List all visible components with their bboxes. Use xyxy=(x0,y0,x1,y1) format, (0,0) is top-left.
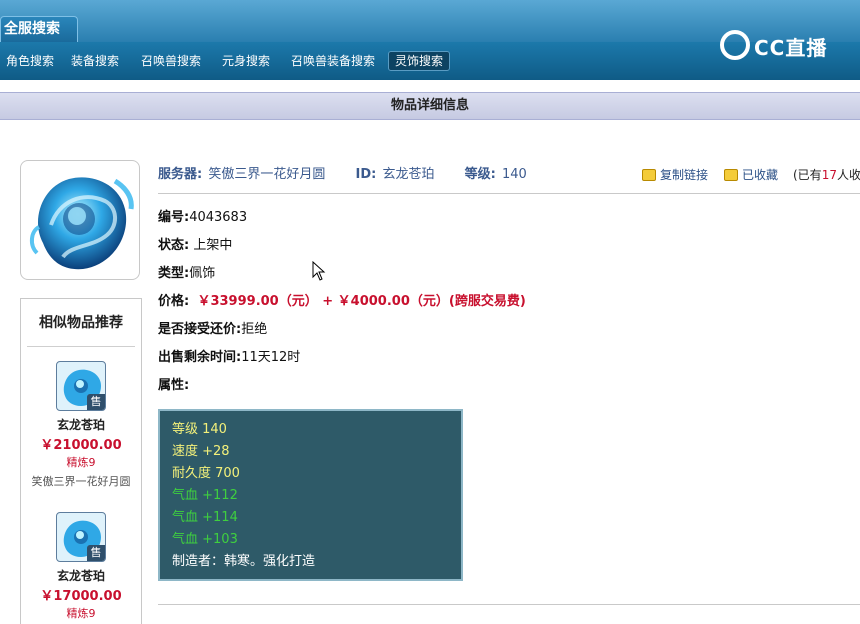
attr-hp-2: 气血 +114 xyxy=(172,510,238,525)
recommend-item-name[interactable]: 玄龙苍珀 xyxy=(21,416,141,433)
favorited-label: 已收藏 xyxy=(742,168,779,182)
counter-offer-value: 拒绝 xyxy=(241,322,268,337)
mouse-cursor-icon xyxy=(312,261,326,281)
recommend-item[interactable]: 售 玄龙苍珀 ￥21000.00 精炼9 笑傲三界一花好月圆 xyxy=(21,361,141,489)
nav-role-search[interactable]: 角色搜索 xyxy=(0,51,60,71)
server-value: 笑傲三界一花好月圆 xyxy=(208,167,326,182)
serial-label: 编号: xyxy=(158,210,190,225)
price-row: 价格: ￥33999.00（元） + ￥4000.00（元）(跨服交易费) xyxy=(158,290,526,309)
jade-ornament-image xyxy=(30,177,134,270)
type-label: 类型: xyxy=(158,266,190,281)
fav-suffix: 人收藏 xyxy=(836,168,860,182)
id-label: ID: xyxy=(355,167,377,182)
attr-speed: 速度 +28 xyxy=(172,444,230,459)
remaining-time-row: 出售剩余时间:11天12时 xyxy=(158,346,300,365)
status-label: 状态: xyxy=(158,238,190,253)
copy-link-button[interactable]: 复制链接 xyxy=(642,166,708,183)
attr-hp-3: 气血 +103 xyxy=(172,532,238,547)
attr-hp-1: 气血 +112 xyxy=(172,488,238,503)
attr-durability: 耐久度 700 xyxy=(172,466,240,481)
attributes-row: 属性: xyxy=(158,374,189,393)
nav-avatar-search[interactable]: 元身搜索 xyxy=(216,51,276,71)
price-value: ￥33999.00（元） + ￥4000.00（元）(跨服交易费) xyxy=(197,294,526,309)
divider xyxy=(158,604,860,605)
type-value: 佩饰 xyxy=(189,266,216,281)
top-header: 全服搜索 角色搜索 装备搜索 召唤兽搜索 元身搜索 召唤兽装备搜索 灵饰搜索 C… xyxy=(0,0,860,80)
remaining-time-value: 11天12时 xyxy=(241,350,301,365)
counter-offer-label: 是否接受还价: xyxy=(158,322,242,337)
type-row: 类型:佩饰 xyxy=(158,262,215,281)
fav-prefix: (已有 xyxy=(793,168,822,182)
copy-link-label: 复制链接 xyxy=(660,168,709,182)
recommend-item-price: ￥17000.00 xyxy=(40,589,122,604)
server-label: 服务器: xyxy=(158,167,203,182)
favorite-count: (已有17人收藏 xyxy=(793,166,860,183)
item-info-line: 服务器: 笑傲三界一花好月圆 ID: 玄龙苍珀 等级: 140 xyxy=(158,163,529,182)
nav-pet-equipment-search[interactable]: 召唤兽装备搜索 xyxy=(285,51,381,71)
serial-value: 4043683 xyxy=(189,210,248,225)
recommend-item-refine: 精炼9 xyxy=(66,456,96,469)
attributes-panel: 等级 140 速度 +28 耐久度 700 气血 +112 气血 +114 气血… xyxy=(158,409,463,581)
recommend-item-price: ￥21000.00 xyxy=(40,438,122,453)
recommend-panel: 相似物品推荐 售 玄龙苍珀 ￥21000.00 精炼9 笑傲三界一花好月圆 售 … xyxy=(20,298,142,624)
attr-level: 等级 140 xyxy=(172,422,227,437)
section-title: 物品详细信息 xyxy=(0,92,860,120)
recommend-item-server: 笑傲三界一花好月圆 xyxy=(31,475,131,488)
recommend-item[interactable]: 售 玄龙苍珀 ￥17000.00 精炼9 xyxy=(21,512,141,621)
nav-pet-search[interactable]: 召唤兽搜索 xyxy=(135,51,207,71)
favorite-icon xyxy=(724,169,738,181)
recommend-item-name[interactable]: 玄龙苍珀 xyxy=(21,567,141,584)
status-row: 状态: 上架中 xyxy=(158,234,232,253)
for-sale-badge: 售 xyxy=(87,545,105,561)
tab-all-server-search[interactable]: 全服搜索 xyxy=(0,16,78,42)
cc-live-logo: CC直播 xyxy=(720,28,840,64)
remaining-time-label: 出售剩余时间: xyxy=(158,350,242,365)
attr-maker: 制造者：韩寒。强化打造 xyxy=(172,554,316,569)
favorited-button[interactable]: 已收藏 xyxy=(724,166,778,183)
attributes-label: 属性: xyxy=(158,378,190,393)
id-value: 玄龙苍珀 xyxy=(382,167,435,182)
recommend-title: 相似物品推荐 xyxy=(27,299,135,347)
nav-ornament-search[interactable]: 灵饰搜索 xyxy=(388,51,451,71)
for-sale-badge: 售 xyxy=(87,394,105,410)
copy-link-icon xyxy=(642,169,656,181)
level-label: 等级: xyxy=(464,167,496,182)
nav-equipment-search[interactable]: 装备搜索 xyxy=(65,51,125,71)
fav-count-number: 17 xyxy=(821,168,837,182)
divider xyxy=(158,193,860,194)
logo-text: CC直播 xyxy=(754,36,828,60)
counter-offer-row: 是否接受还价:拒绝 xyxy=(158,318,267,337)
status-value: 上架中 xyxy=(193,238,233,253)
recommend-item-refine: 精炼9 xyxy=(66,607,96,620)
price-label: 价格: xyxy=(158,294,190,309)
level-value: 140 xyxy=(501,167,527,182)
item-icon[interactable]: 售 xyxy=(56,512,106,562)
logo-ring-icon xyxy=(720,30,750,60)
item-icon[interactable]: 售 xyxy=(56,361,106,411)
item-thumbnail xyxy=(20,160,140,280)
serial-row: 编号:4043683 xyxy=(158,206,247,225)
